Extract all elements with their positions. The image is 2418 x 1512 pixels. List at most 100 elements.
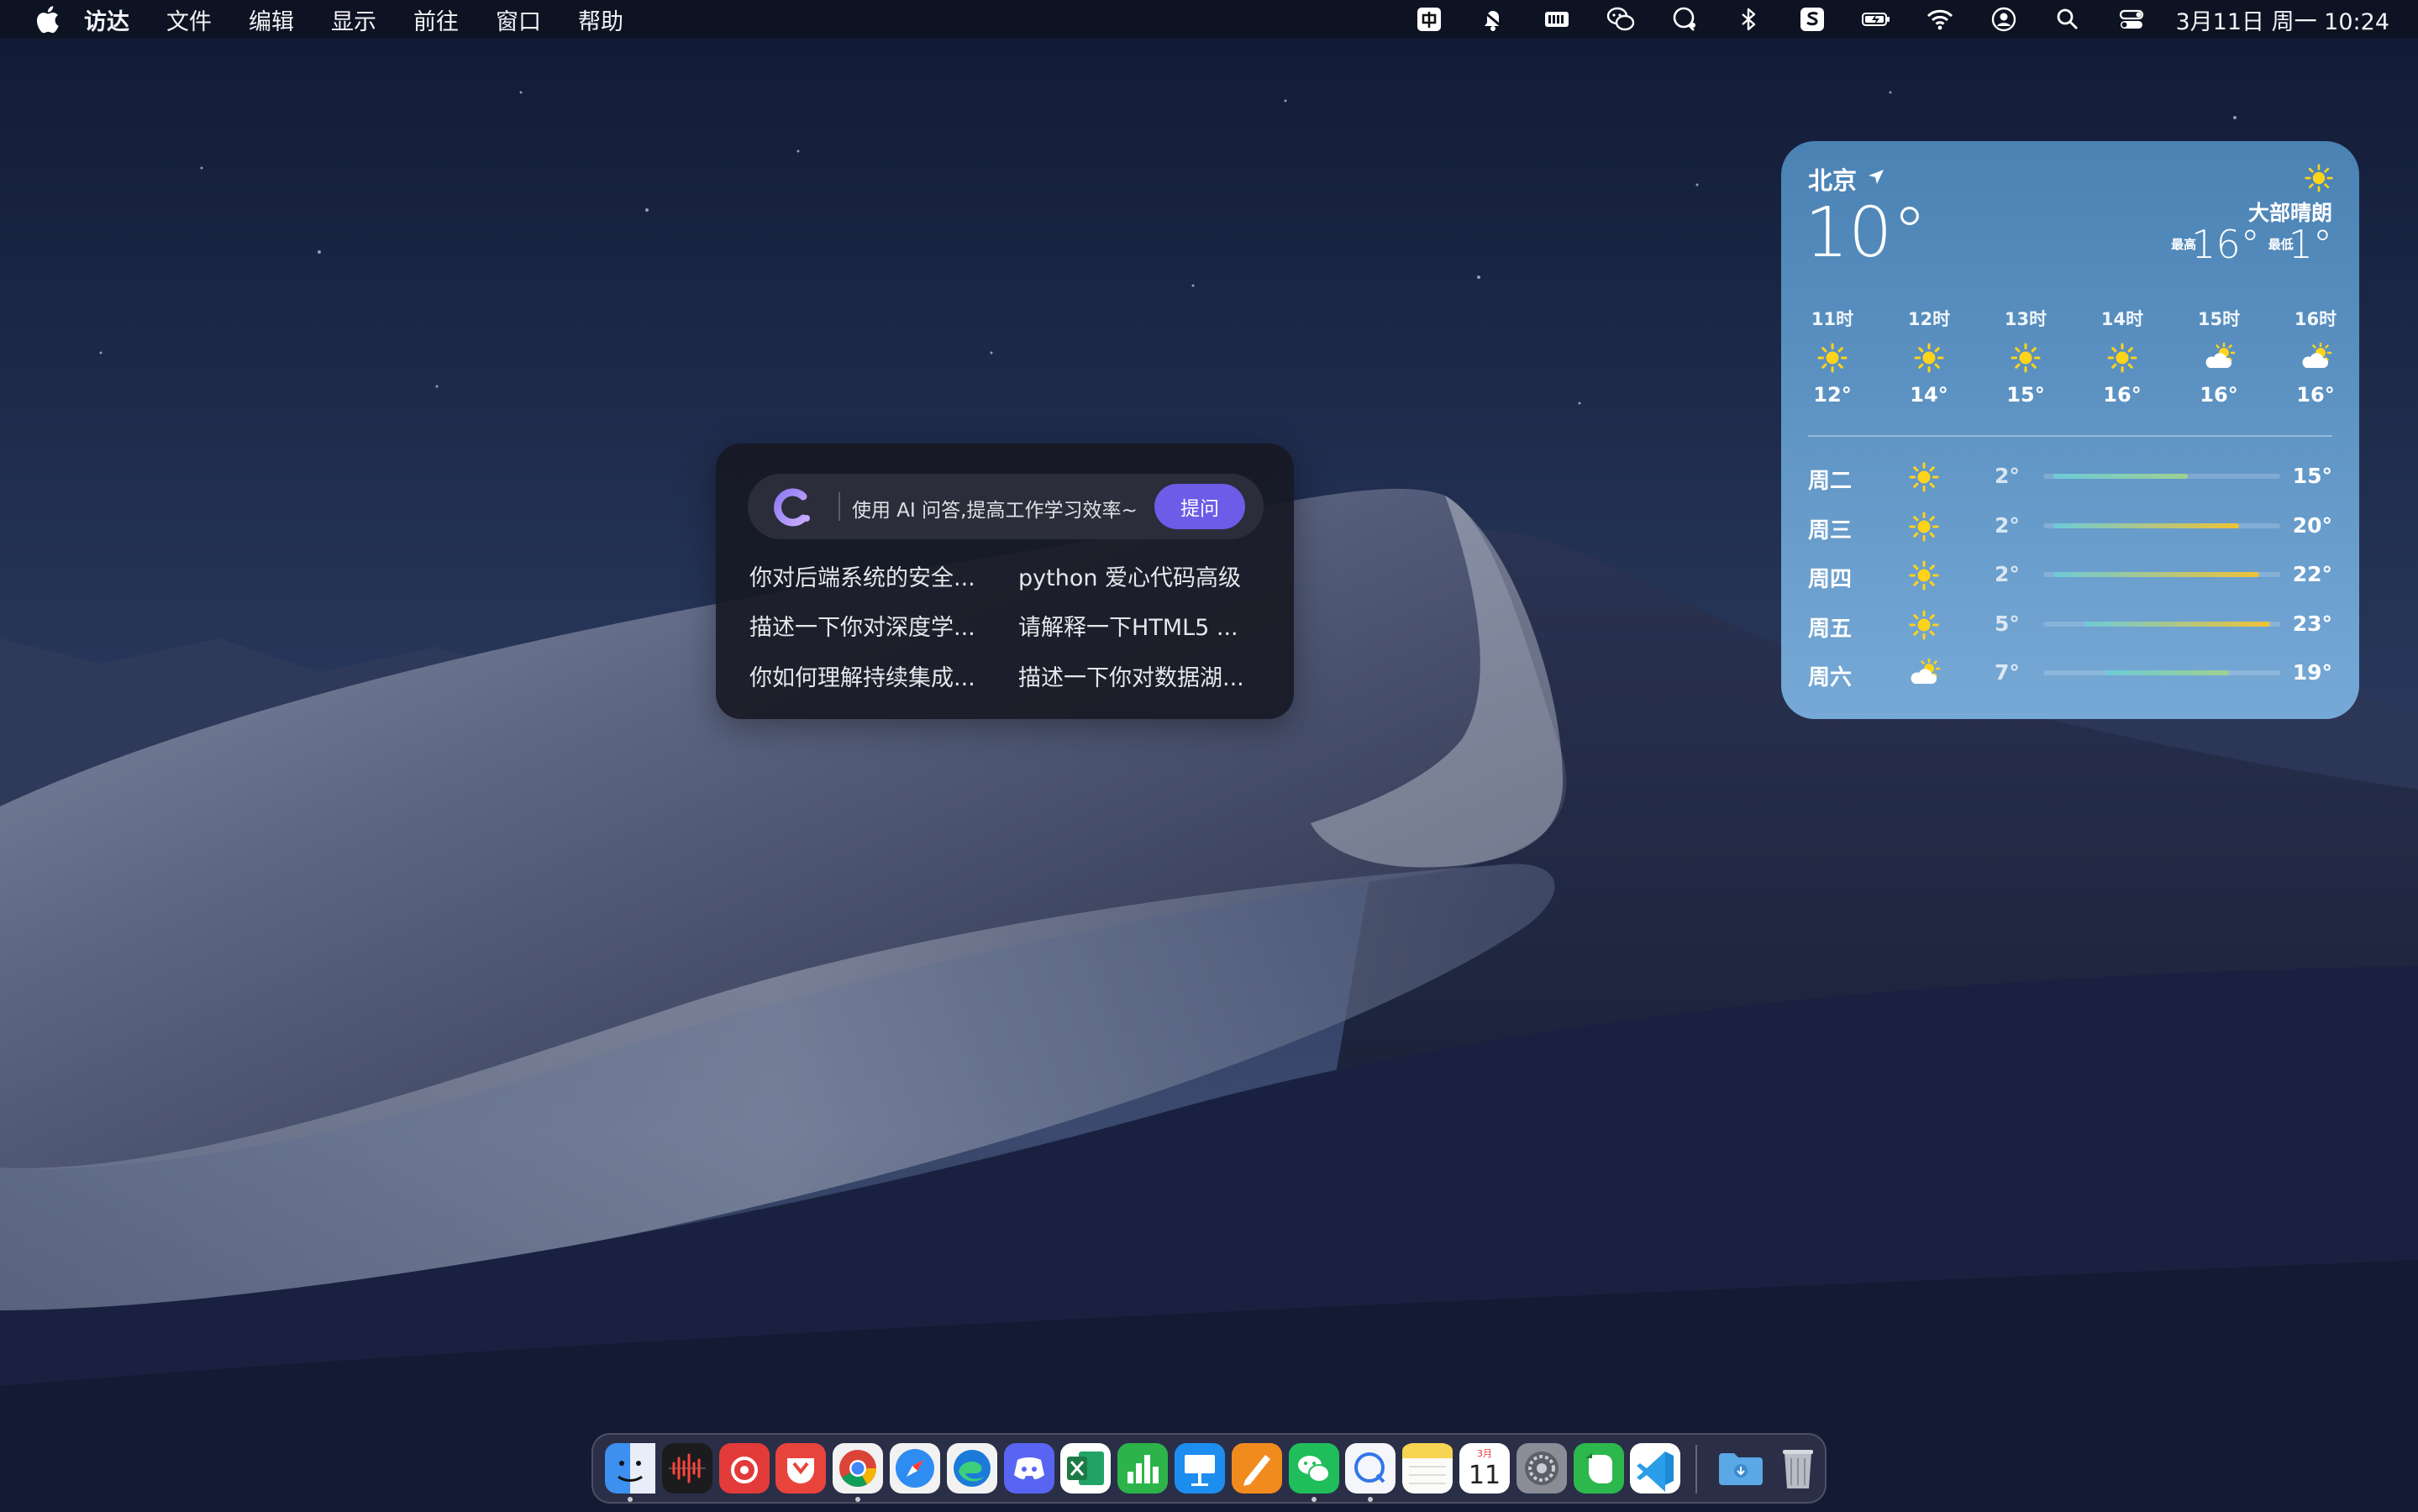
- current-temperature: 10°: [1805, 193, 1927, 273]
- chat-bubble-icon[interactable]: [1666, 0, 1703, 39]
- calendar-app-icon[interactable]: 3月 11: [1459, 1443, 1510, 1494]
- suggestion-item[interactable]: 描述一下你对深度学...: [749, 609, 995, 642]
- day-low: 2°: [1995, 464, 2020, 488]
- safari-app-icon[interactable]: [890, 1443, 940, 1494]
- ai-assistant-widget: 使用 AI 问答,提高工作学习效率~ 提问 你对后端系统的安全... pytho…: [716, 444, 1294, 719]
- control-center-icon[interactable]: [2113, 0, 2150, 39]
- menu-app-finder[interactable]: 访达: [84, 3, 129, 36]
- battery-charging-icon[interactable]: [1858, 0, 1895, 39]
- app-s-icon[interactable]: [1794, 0, 1831, 39]
- ai-logo-icon: [774, 488, 810, 527]
- suggestion-item[interactable]: 描述一下你对数据湖...: [1018, 659, 1264, 692]
- day-name: 周四: [1808, 567, 1853, 592]
- chrome-icon: [833, 1443, 884, 1494]
- keyboard-icon[interactable]: [1538, 0, 1575, 39]
- downloads-folder-app-icon[interactable]: [1716, 1443, 1766, 1494]
- spotlight-search-icon[interactable]: [2049, 0, 2086, 39]
- temp-range-bar: [2084, 621, 2270, 627]
- temp-range-bar: [2105, 670, 2229, 675]
- app-red-app-icon[interactable]: [775, 1443, 827, 1494]
- numbers-app-icon[interactable]: [1117, 1443, 1169, 1494]
- evernote-app-icon[interactable]: [1573, 1443, 1624, 1494]
- hourly-item: 14时 16°: [2087, 306, 2158, 407]
- bluetooth-icon[interactable]: [1730, 0, 1767, 39]
- vscode-icon: [1630, 1443, 1681, 1494]
- day-high: 22°: [2292, 562, 2332, 586]
- daily-row: 周三 2° 20°: [1781, 501, 2359, 550]
- finder-app-icon[interactable]: [605, 1443, 655, 1494]
- daily-row: 周四 2° 22°: [1781, 550, 2359, 599]
- weather-widget[interactable]: 北京 10° 大部晴朗 最高 16° 最低 1° 11时 12° 12时 14° 13时…: [1781, 141, 2359, 719]
- daily-row: 周五 5° 23°: [1781, 600, 2359, 648]
- user-icon[interactable]: [1985, 0, 2022, 39]
- day-name: 周五: [1808, 616, 1853, 642]
- ai-question-input[interactable]: 使用 AI 问答,提高工作学习效率~: [852, 494, 1138, 522]
- temp-range-track: [2043, 670, 2280, 675]
- sun-icon: [2107, 343, 2137, 373]
- suggestion-item[interactable]: 请解释一下HTML5 ...: [1018, 609, 1264, 642]
- sun-icon: [1909, 512, 1939, 541]
- apple-menu-icon[interactable]: [29, 0, 66, 39]
- notification-icon[interactable]: [1474, 0, 1511, 39]
- suggestion-item[interactable]: python 爱心代码高级: [1018, 559, 1264, 592]
- keynote-icon: [1175, 1443, 1225, 1494]
- menu-file[interactable]: 文件: [166, 3, 212, 36]
- ai-search-bar[interactable]: 使用 AI 问答,提高工作学习效率~ 提问: [748, 474, 1264, 539]
- wifi-icon[interactable]: [1921, 0, 1958, 39]
- chat-app-icon: [1345, 1443, 1396, 1494]
- netease-music-app-icon[interactable]: [718, 1443, 770, 1494]
- menubar-clock[interactable]: 3月11日 周一 10:24: [2175, 3, 2389, 36]
- wechat-app-icon[interactable]: [1288, 1443, 1339, 1494]
- menu-view[interactable]: 显示: [331, 3, 376, 36]
- menu-go[interactable]: 前往: [413, 3, 459, 36]
- high-label: 最高: [2171, 236, 2197, 252]
- trash-app-icon[interactable]: [1773, 1443, 1823, 1494]
- wechat-icon[interactable]: [1602, 0, 1639, 39]
- safari-icon: [890, 1443, 940, 1494]
- menu-bar: 访达 文件 编辑 显示 前往 窗口 帮助 3月11日 周一 10:24: [0, 0, 2418, 39]
- forecast-divider: [1808, 435, 2332, 437]
- temp-range-track: [2043, 522, 2280, 528]
- day-low: 5°: [1995, 611, 2020, 636]
- hour-label: 12时: [1907, 309, 1951, 329]
- menu-help[interactable]: 帮助: [578, 3, 623, 36]
- vscode-app-icon[interactable]: [1630, 1443, 1681, 1494]
- location-arrow-icon: [1869, 170, 1884, 184]
- hour-temp: 16°: [2103, 383, 2142, 407]
- suggestion-item[interactable]: 你对后端系统的安全...: [749, 559, 995, 592]
- menu-window[interactable]: 窗口: [496, 3, 541, 36]
- system-settings-app-icon[interactable]: [1516, 1443, 1567, 1494]
- notes-app-icon[interactable]: [1402, 1443, 1453, 1494]
- suggestion-item[interactable]: 你如何理解持续集成...: [749, 659, 995, 692]
- chrome-app-icon[interactable]: [833, 1443, 884, 1494]
- hour-temp: 12°: [1813, 383, 1852, 407]
- pages-app-icon[interactable]: [1231, 1443, 1282, 1494]
- ask-button[interactable]: 提问: [1154, 484, 1245, 529]
- finder-icon: [605, 1443, 655, 1494]
- partly-cloudy-icon: [2302, 342, 2332, 368]
- ai-bar-divider: [838, 492, 840, 521]
- day-name: 周三: [1808, 517, 1853, 543]
- hour-temp: 14°: [1910, 383, 1948, 407]
- app-red-icon: [775, 1443, 827, 1494]
- voice-memos-app-icon[interactable]: [661, 1443, 712, 1494]
- voice-memos-icon: [661, 1443, 712, 1494]
- dock: 3月 11: [591, 1433, 1827, 1504]
- discord-app-icon[interactable]: [1003, 1443, 1054, 1494]
- daily-row: 周二 2° 15°: [1781, 452, 2359, 501]
- hourly-item: 16时 16°: [2280, 306, 2351, 407]
- day-high: 19°: [2292, 660, 2332, 685]
- keynote-app-icon[interactable]: [1175, 1443, 1225, 1494]
- calendar-day: 11: [1469, 1461, 1501, 1490]
- input-method-icon[interactable]: [1411, 0, 1448, 39]
- sun-icon: [1909, 560, 1939, 591]
- day-high: 20°: [2292, 512, 2332, 538]
- menu-edit[interactable]: 编辑: [249, 3, 294, 36]
- sun-icon: [2305, 164, 2333, 192]
- calendar-month: 3月: [1477, 1448, 1492, 1459]
- chat-app-app-icon[interactable]: [1345, 1443, 1396, 1494]
- hourly-item: 12时 14°: [1894, 306, 1964, 407]
- edge-app-icon[interactable]: [946, 1443, 997, 1494]
- excel-app-icon[interactable]: [1060, 1443, 1112, 1494]
- hourly-item: 13时 15°: [1990, 306, 2061, 407]
